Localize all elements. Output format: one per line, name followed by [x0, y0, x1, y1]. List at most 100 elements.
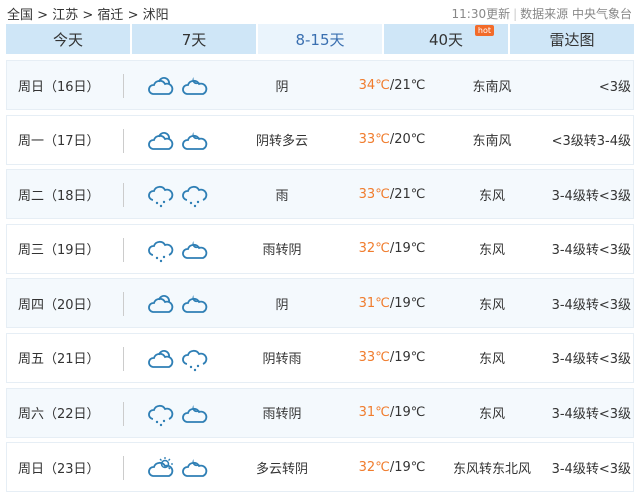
wind-level: 3-4级转<3级 [551, 407, 631, 423]
temperature: 32℃/19℃ [337, 460, 447, 475]
moon-cloud-icon [182, 295, 208, 314]
breadcrumb-province[interactable]: 江苏 [52, 8, 78, 23]
forecast-row: 周一（17日） 阴转多云 33℃/20℃ 东南风 <3级转3-4级 [6, 114, 634, 165]
cloudy-icon [148, 349, 174, 368]
divider [123, 183, 124, 208]
tab-today[interactable]: 今天 [6, 24, 130, 54]
high-temp: 32℃ [358, 241, 390, 257]
tab-7-days[interactable]: 7天 [132, 24, 256, 54]
tab-40-days[interactable]: 40天 hot [384, 24, 508, 54]
wind-direction: 东风 [478, 407, 505, 423]
wind-direction: 东风 [478, 188, 505, 204]
temperature: 32℃/19℃ [337, 241, 447, 256]
tab-radar[interactable]: 雷达图 [510, 24, 634, 54]
data-source: 数据来源 中央气象台 [520, 7, 632, 21]
forecast-list: 周日（16日）阴 34℃/21℃ 东南风 <3级 周一（17日） 阴转多云 33℃/20℃ 东… [6, 60, 634, 497]
high-temp: 31℃ [358, 295, 390, 311]
high-temp: 33℃ [358, 132, 390, 148]
wind-level: 3-4级转<3级 [551, 243, 631, 259]
tab-label: 40天 [428, 30, 464, 49]
low-temp: /19℃ [389, 295, 426, 311]
date: 周二（18日） [18, 188, 100, 204]
moon-cloud-icon [182, 77, 208, 95]
forecast-row: 周六（22日） 雨转阴 31℃/19℃ 东风 3-4级转<3级 [6, 387, 634, 438]
condition: 雨 [275, 188, 289, 204]
breadcrumb-separator: > [127, 8, 139, 23]
date: 周一（17日） [18, 134, 100, 150]
high-temp: 33℃ [358, 186, 390, 202]
cloudy-icon [148, 77, 174, 95]
weather-icons [147, 346, 209, 372]
forecast-row: 周五（21日） 阴转雨 33℃/19℃ 东风 3-4级转<3级 [6, 332, 634, 383]
divider [123, 237, 124, 262]
moon-cloud-icon [182, 240, 208, 259]
condition: 阴 [275, 297, 289, 313]
cloudy-icon [148, 131, 174, 150]
low-temp: /19℃ [389, 350, 426, 366]
low-temp: /20℃ [389, 132, 426, 148]
weather-icons [147, 73, 209, 99]
date: 周五（21日） [18, 352, 100, 368]
divider [123, 401, 124, 426]
wind-direction: 东南风 [472, 79, 512, 95]
breadcrumb: 全国 > 江苏 > 宿迁 > 沭阳 [7, 4, 169, 23]
forecast-row: 周三（19日） 雨转阴 32℃/19℃ 东风 3-4级转<3级 [6, 223, 634, 274]
forecast-tabs: 今天 7天 8-15天 40天 hot 雷达图 [6, 24, 634, 54]
tab-label: 8-15天 [295, 30, 345, 49]
condition: 阴转雨 [262, 352, 302, 368]
forecast-row: 周二（18日） 雨 33℃/21℃ 东风 3-4级转<3级 [6, 169, 634, 220]
weather-icons [147, 128, 209, 154]
low-temp: /19℃ [389, 405, 426, 421]
high-temp: 33℃ [358, 350, 390, 366]
wind-direction: 东风 [478, 352, 505, 368]
condition: 雨转阴 [262, 407, 302, 423]
low-temp: /19℃ [389, 459, 426, 475]
divider [123, 74, 124, 98]
breadcrumb-national[interactable]: 全国 [7, 8, 33, 23]
wind-direction: 东风转东北风 [452, 461, 531, 477]
breadcrumb-city[interactable]: 宿迁 [97, 8, 123, 23]
divider [123, 456, 124, 481]
date: 周三（19日） [18, 243, 100, 259]
condition: 多云转阴 [255, 461, 308, 477]
wind-direction: 东风 [478, 297, 505, 313]
moon-cloud-icon [182, 459, 208, 478]
high-temp: 31℃ [358, 405, 390, 421]
date: 周日（16日） [18, 79, 100, 95]
tab-8-15-days[interactable]: 8-15天 [258, 24, 382, 54]
update-time: 11:30更新 [451, 7, 511, 21]
low-temp: /21℃ [389, 186, 426, 202]
breadcrumb-county: 沭阳 [142, 8, 169, 23]
hot-badge: hot [474, 25, 494, 36]
date: 周四（20日） [18, 297, 100, 313]
temperature: 33℃/20℃ [337, 132, 447, 147]
temperature: 34℃/21℃ [337, 78, 447, 93]
weather-icons [147, 455, 209, 481]
tab-label: 今天 [52, 30, 83, 49]
breadcrumb-separator: > [37, 8, 49, 23]
weather-icons [147, 401, 209, 427]
temperature: 33℃/21℃ [337, 187, 447, 202]
weather-icons [147, 237, 209, 263]
high-temp: 32℃ [358, 459, 390, 475]
tab-label: 雷达图 [549, 30, 595, 49]
date: 周日（23日） [18, 461, 100, 477]
wind-level: <3级 [598, 79, 631, 95]
low-temp: /19℃ [389, 241, 426, 257]
temperature: 31℃/19℃ [337, 405, 447, 420]
divider [123, 128, 124, 153]
rain-icon [182, 349, 208, 372]
wind-level: <3级转3-4级 [551, 134, 631, 150]
condition: 雨转阴 [262, 243, 302, 259]
temperature: 33℃/19℃ [337, 350, 447, 365]
breadcrumb-separator: > [82, 8, 94, 23]
tab-label: 7天 [181, 30, 207, 49]
high-temp: 34℃ [358, 77, 390, 93]
date: 周六（22日） [18, 407, 100, 423]
condition: 阴转多云 [255, 134, 308, 150]
moon-cloud-icon [182, 131, 208, 150]
divider [123, 346, 124, 371]
divider [123, 292, 124, 317]
moon-cloud-icon [182, 404, 208, 423]
sun-cloud-icon [148, 457, 174, 478]
